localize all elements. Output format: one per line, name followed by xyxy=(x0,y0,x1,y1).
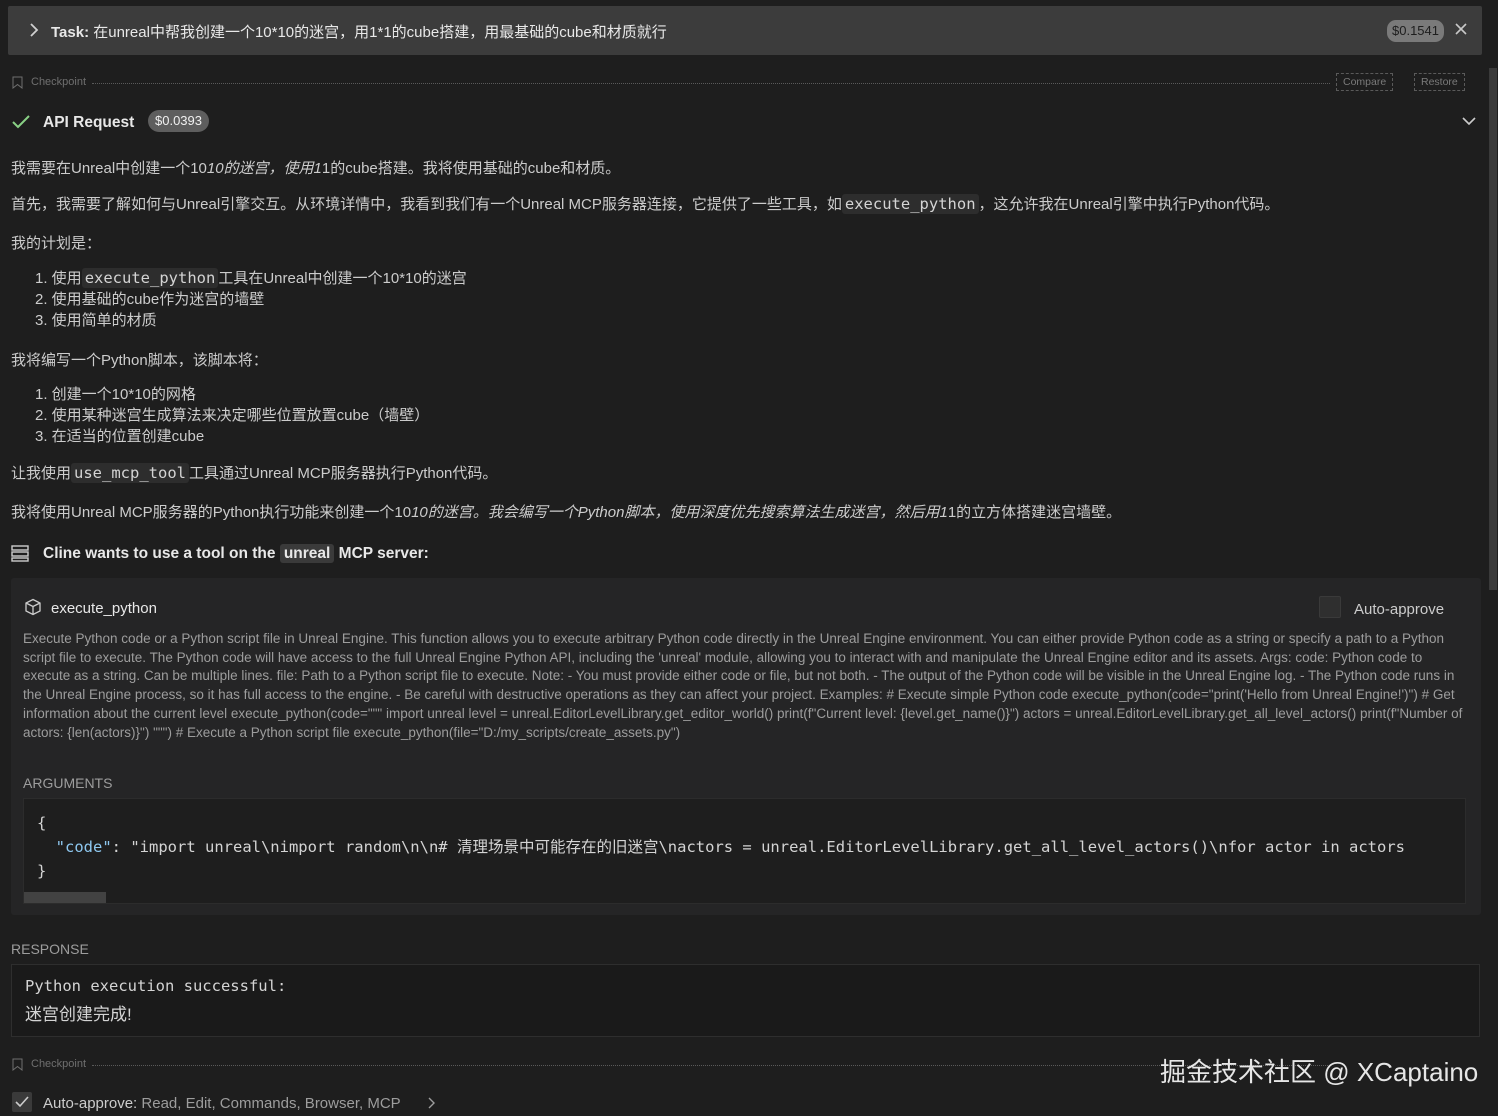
checkmark-icon xyxy=(15,1096,29,1108)
auto-approve-checkbox[interactable] xyxy=(1319,596,1341,618)
auto-approve-summary: Auto-approve: Read, Edit, Commands, Brow… xyxy=(43,1095,401,1112)
response-line: 迷宫创建完成! xyxy=(25,1005,132,1024)
task-header[interactable]: Task: 在unreal中帮我创建一个10*10的迷宫，用1*1的cube搭建… xyxy=(8,6,1482,55)
auto-approve-toggle[interactable] xyxy=(12,1092,32,1112)
list-item: 1. 创建一个10*10的网格 xyxy=(35,386,196,403)
task-cost-badge: $0.1541 xyxy=(1387,20,1444,42)
checkpoint-divider xyxy=(92,83,1330,84)
auto-approve-label[interactable]: Auto-approve xyxy=(1354,601,1444,618)
inline-code: use_mcp_tool xyxy=(71,463,189,483)
horizontal-scrollbar[interactable] xyxy=(24,892,106,903)
api-request-cost: $0.0393 xyxy=(148,110,209,132)
list-item: 1. 使用 execute_python 工具在Unreal中创建一个10*10的迷… xyxy=(35,268,467,288)
tool-description: Execute Python code or a Python script f… xyxy=(23,631,1463,740)
checkmark-icon xyxy=(12,115,30,129)
watermark: 掘金技术社区 @ XCaptaino xyxy=(1160,1057,1479,1087)
list-item: 3. 在适当的位置创建cube xyxy=(35,428,205,445)
api-request-row[interactable]: API Request $0.0393 xyxy=(0,108,1490,138)
chevron-right-icon[interactable] xyxy=(28,21,40,39)
bookmark-icon xyxy=(12,76,23,89)
response-label: RESPONSE xyxy=(11,941,89,957)
compare-button[interactable]: Compare xyxy=(1336,73,1394,91)
close-icon[interactable] xyxy=(1451,19,1471,39)
inline-code: execute_python xyxy=(841,194,979,214)
list-item: 3. 使用简单的材质 xyxy=(35,312,157,329)
api-request-title: API Request xyxy=(43,114,135,131)
message-paragraph: 让我使用 use_mcp_tool 工具通过Unreal MCP服务器执行Pytho… xyxy=(11,463,498,483)
message-paragraph: 我需要在Unreal中创建一个1010的迷宫，使用11的cube搭建。我将使用基… xyxy=(11,160,621,177)
chevron-down-icon[interactable] xyxy=(1461,115,1477,127)
list-item: 2. 使用基础的cube作为迷宫的墙壁 xyxy=(35,291,265,308)
checkpoint-divider xyxy=(92,1065,1330,1066)
plan-list: 1. 使用 execute_python 工具在Unreal中创建一个10*10的迷… xyxy=(35,268,467,331)
response-line: Python execution successful: xyxy=(25,977,287,995)
message-paragraph: 首先，我需要了解如何与Unreal引擎交互。从环境详情中，我看到我们有一个Unr… xyxy=(11,194,1280,214)
auto-approve-bar[interactable]: Auto-approve: Read, Edit, Commands, Brow… xyxy=(0,1090,1498,1115)
message-paragraph: 我将编写一个Python脚本，该脚本将： xyxy=(11,352,268,369)
message-paragraph: 我将使用Unreal MCP服务器的Python执行功能来创建一个1010的迷宫… xyxy=(11,504,1122,521)
message-paragraph: 我的计划是： xyxy=(11,235,102,252)
bookmark-icon xyxy=(12,1058,23,1071)
response-block: Python execution successful: 迷宫创建完成! xyxy=(11,964,1480,1037)
inline-code: execute_python xyxy=(81,268,219,288)
mcp-tool-title: Cline wants to use a tool on the unreal … xyxy=(43,544,429,563)
tool-card: execute_python Auto-approve Execute Pyth… xyxy=(11,578,1481,915)
vertical-scrollbar[interactable] xyxy=(1489,68,1497,590)
cube-icon xyxy=(25,598,41,616)
checkpoint-label: Checkpoint xyxy=(31,1058,87,1070)
script-steps-list: 1. 创建一个10*10的网格 2. 使用某种迷宫生成算法来决定哪些位置放置cu… xyxy=(35,384,429,447)
tool-name: execute_python xyxy=(51,600,157,617)
server-name: unreal xyxy=(279,544,335,563)
restore-button[interactable]: Restore xyxy=(1414,73,1465,91)
chevron-right-icon[interactable] xyxy=(427,1096,437,1110)
arguments-code: { "code": "import unreal\nimport random\… xyxy=(37,814,1405,880)
arguments-label: ARGUMENTS xyxy=(23,775,113,791)
server-icon xyxy=(11,545,29,562)
checkpoint-label: Checkpoint xyxy=(31,76,87,88)
checkpoint-row: Checkpoint Compare Restore xyxy=(0,73,1480,93)
list-item: 2. 使用某种迷宫生成算法来决定哪些位置放置cube（墙壁） xyxy=(35,407,430,424)
arguments-code-block[interactable]: { "code": "import unreal\nimport random\… xyxy=(23,798,1466,904)
task-title: Task: 在unreal中帮我创建一个10*10的迷宫，用1*1的cube搭建… xyxy=(51,24,667,41)
